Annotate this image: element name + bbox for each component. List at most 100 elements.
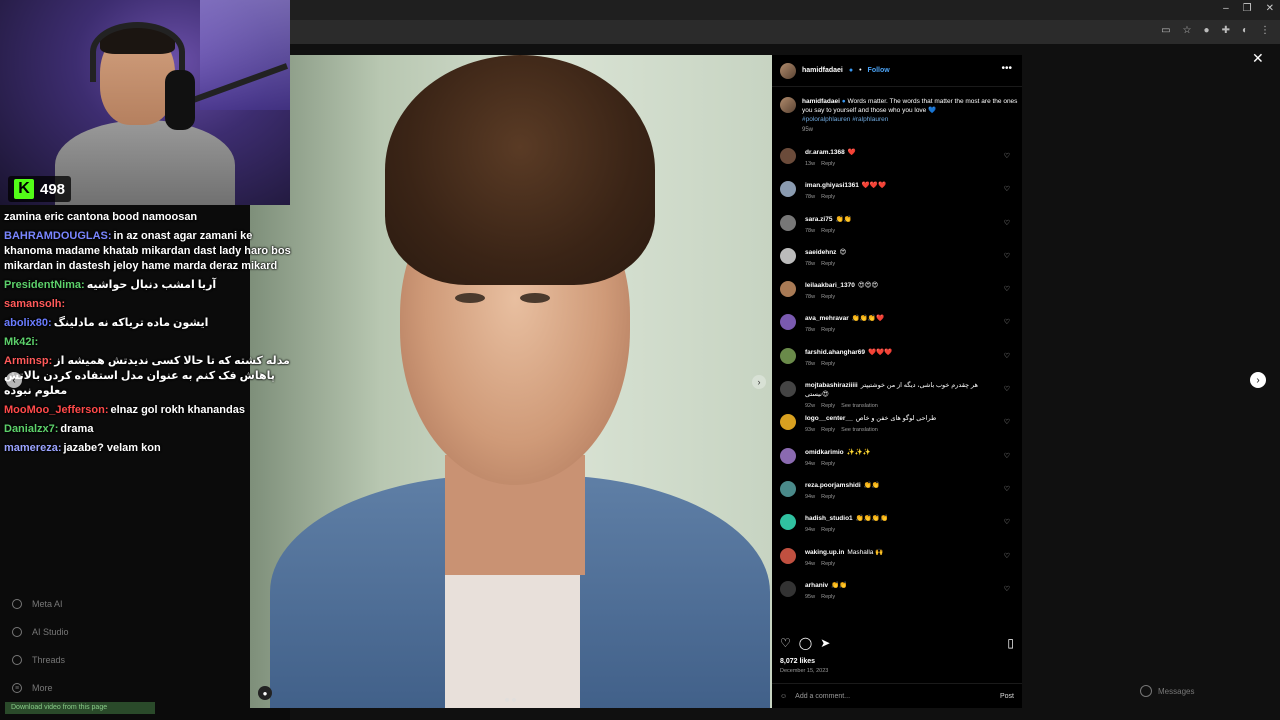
comments-list[interactable]: dr.aram.1368 ❤️ 13w Reply ♡ iman.ghiyasi1361 ❤… xyxy=(780,145,1016,630)
comment-like-icon[interactable]: ♡ xyxy=(1004,352,1010,360)
comment-like-icon[interactable]: ♡ xyxy=(1004,219,1010,227)
avatar[interactable] xyxy=(780,247,796,264)
avatar[interactable] xyxy=(780,314,796,331)
chat-username[interactable]: Mk42i: xyxy=(4,336,38,348)
reply-button[interactable]: Reply xyxy=(821,294,835,300)
add-comment-input[interactable]: Add a comment... xyxy=(795,693,850,700)
comment-like-icon[interactable]: ♡ xyxy=(1004,185,1010,193)
reply-button[interactable]: Reply xyxy=(821,461,835,467)
menu-dots-icon[interactable]: ⋮ xyxy=(1260,25,1270,36)
comment-username[interactable]: hadish_studio1 xyxy=(805,515,853,522)
comment-username[interactable]: dr.aram.1368 xyxy=(805,149,845,156)
share-icon[interactable]: ➤ xyxy=(820,636,830,650)
comment-like-icon[interactable]: ♡ xyxy=(1004,485,1010,493)
see-translation-button[interactable]: See translation xyxy=(841,427,878,433)
close-window-icon[interactable]: ✕ xyxy=(1266,3,1274,14)
emoji-icon[interactable]: ☺ xyxy=(780,693,787,700)
comment-like-icon[interactable]: ♡ xyxy=(1004,318,1010,326)
more-options-icon[interactable]: ••• xyxy=(1001,63,1012,74)
caption-hashtags[interactable]: #poloralphlauren #ralphlauren xyxy=(802,115,1020,124)
follow-button[interactable]: Follow xyxy=(868,67,890,74)
avatar[interactable] xyxy=(780,414,796,431)
like-heart-icon[interactable]: ♡ xyxy=(780,636,791,650)
chat-username[interactable]: BAHRAMDOUGLAS: xyxy=(4,230,112,242)
reply-button[interactable]: Reply xyxy=(821,594,835,600)
avatar[interactable] xyxy=(780,447,796,464)
comment-like-icon[interactable]: ♡ xyxy=(1004,152,1010,160)
profile-icon[interactable]: ◐ xyxy=(1242,25,1248,36)
reply-button[interactable]: Reply xyxy=(821,561,835,567)
caption-username[interactable]: hamidfadaei xyxy=(802,98,840,105)
comment-username[interactable]: ava_mehravar xyxy=(805,315,849,322)
reply-button[interactable]: Reply xyxy=(821,228,835,234)
nav-meta-ai[interactable]: Meta AI xyxy=(0,590,250,618)
avatar[interactable] xyxy=(780,181,796,198)
close-icon[interactable]: ✕ xyxy=(1252,50,1264,67)
chat-username[interactable]: mamereza: xyxy=(4,442,61,454)
avatar[interactable] xyxy=(780,148,796,164)
reply-button[interactable]: Reply xyxy=(821,194,835,200)
next-post-icon[interactable]: › xyxy=(1250,372,1266,388)
chat-username[interactable]: PresidentNima: xyxy=(4,279,85,291)
reply-button[interactable]: Reply xyxy=(821,261,835,267)
likes-count[interactable]: 8,072 likes xyxy=(780,658,815,665)
post-comment-button[interactable]: Post xyxy=(1000,693,1014,700)
comment-like-icon[interactable]: ♡ xyxy=(1004,418,1010,426)
reply-button[interactable]: Reply xyxy=(821,427,835,433)
reply-button[interactable]: Reply xyxy=(821,161,835,167)
comment-like-icon[interactable]: ♡ xyxy=(1004,385,1010,393)
reply-button[interactable]: Reply xyxy=(821,494,835,500)
comment-username[interactable]: reza.poorjamshidi xyxy=(805,482,861,489)
avatar[interactable] xyxy=(780,214,796,231)
install-icon[interactable]: ▭ xyxy=(1161,25,1170,36)
avatar[interactable] xyxy=(780,480,796,497)
puzzle-icon[interactable]: ✚ xyxy=(1222,25,1230,36)
comment-like-icon[interactable]: ♡ xyxy=(1004,518,1010,526)
nav-threads[interactable]: Threads xyxy=(0,646,250,674)
reply-button[interactable]: Reply xyxy=(821,327,835,333)
post-username[interactable]: hamidfadaei xyxy=(802,67,843,74)
comment-like-icon[interactable]: ♡ xyxy=(1004,252,1010,260)
download-video-bar[interactable]: Download video from this page xyxy=(5,702,155,714)
avatar[interactable] xyxy=(780,547,796,564)
avatar[interactable] xyxy=(780,514,796,531)
comment-username[interactable]: logo__center__ xyxy=(805,415,853,422)
avatar[interactable] xyxy=(780,97,796,113)
comment-username[interactable]: omidkarimio xyxy=(805,449,844,456)
nav-more[interactable]: ≡ More xyxy=(0,674,250,702)
messages-button[interactable]: Messages xyxy=(1140,682,1194,700)
comment-username[interactable]: sara.zi75 xyxy=(805,216,832,223)
nav-ai-studio[interactable]: AI Studio xyxy=(0,618,250,646)
post-image[interactable]: › ● xyxy=(250,55,772,708)
chat-username[interactable]: MooMoo_Jefferson: xyxy=(4,404,109,416)
reply-button[interactable]: Reply xyxy=(821,361,835,367)
save-bookmark-icon[interactable]: ▯ xyxy=(1007,636,1014,650)
avatar[interactable] xyxy=(780,62,796,79)
reply-button[interactable]: Reply xyxy=(821,403,835,409)
comment-username[interactable]: saeidehnz xyxy=(805,249,836,256)
comment-like-icon[interactable]: ♡ xyxy=(1004,585,1010,593)
avatar[interactable] xyxy=(780,347,796,364)
comment-username[interactable]: farshid.ahanghar69 xyxy=(805,349,865,356)
comment-like-icon[interactable]: ♡ xyxy=(1004,285,1010,293)
avatar[interactable] xyxy=(780,381,796,398)
minimize-icon[interactable]: – xyxy=(1223,3,1229,14)
avatar[interactable] xyxy=(780,580,796,597)
chat-username[interactable]: Danialzx7: xyxy=(4,423,58,435)
user-tag-icon[interactable]: ● xyxy=(258,686,272,700)
chat-username[interactable]: samansolh: xyxy=(4,298,65,310)
comment-username[interactable]: arhaniv xyxy=(805,582,828,589)
chat-username[interactable]: abolix80: xyxy=(4,317,52,329)
carousel-next-icon[interactable]: › xyxy=(752,375,766,389)
see-translation-button[interactable]: See translation xyxy=(841,403,878,409)
comment-icon[interactable]: ◯ xyxy=(799,636,812,650)
prev-post-icon[interactable]: ‹ xyxy=(6,372,22,388)
comment-username[interactable]: waking.up.in xyxy=(805,549,844,556)
comment-username[interactable]: iman.ghiyasi1361 xyxy=(805,182,859,189)
chat-username[interactable]: Arminsp: xyxy=(4,355,52,367)
comment-username[interactable]: leilaakbari_1370 xyxy=(805,282,855,289)
comment-like-icon[interactable]: ♡ xyxy=(1004,552,1010,560)
bookmark-star-icon[interactable]: ☆ xyxy=(1183,25,1192,36)
restore-icon[interactable]: ❐ xyxy=(1243,3,1252,14)
extension-icon[interactable]: ● xyxy=(1204,25,1210,36)
